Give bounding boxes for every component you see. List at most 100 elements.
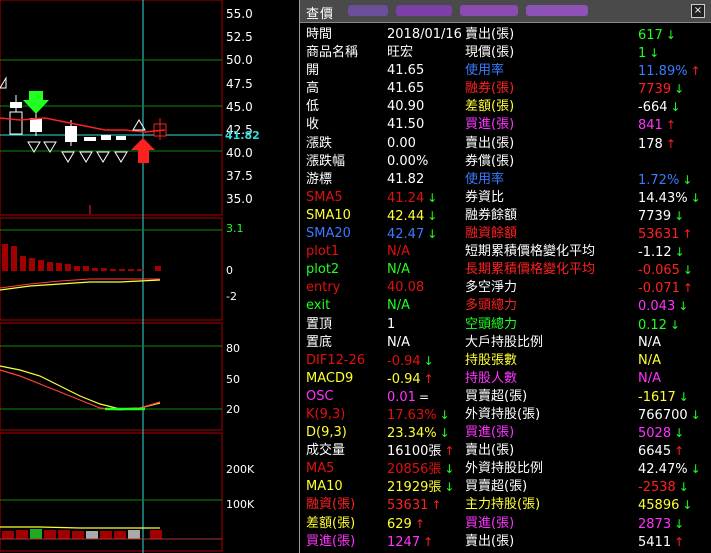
quote-row[interactable]: 漲跌 0.00 賣出(張) 178 ↑ <box>306 135 706 153</box>
field-value-text: 42.44 <box>387 208 425 224</box>
field-label: 空頭總力 <box>465 316 518 332</box>
field-value: 1247 ↑ <box>387 533 433 552</box>
osc-bars <box>2 244 161 271</box>
price-tick: 35.0 <box>226 192 253 206</box>
quote-row[interactable]: 時間 2018/01/16 賣出(張) 617 ↓ <box>306 26 706 44</box>
field-value-text: N/A <box>638 352 661 368</box>
field-label: K(9,3) <box>306 406 346 422</box>
field-label: 使用率 <box>465 63 505 79</box>
candle <box>9 111 23 135</box>
field-value-text: 0.01 <box>387 389 416 405</box>
field-value: 1.72% ↓ <box>638 171 692 190</box>
field-value: 42.47 ↓ <box>387 225 437 244</box>
down-arrow-icon: ↓ <box>669 317 681 332</box>
down-arrow-icon: ↓ <box>674 208 685 223</box>
field-value: 53631 ↑ <box>638 225 692 244</box>
field-value: 7739 ↓ <box>638 80 684 99</box>
quote-row[interactable]: K(9,3) 17.63% ↓ 外資持股(張) 766700 ↓ <box>306 406 706 424</box>
quote-row[interactable]: plot2 N/A 長期累積價格變化平均 -0.065 ↓ <box>306 261 706 279</box>
tab-blurred[interactable] <box>348 5 388 16</box>
quote-row[interactable]: 置底 N/A 大戶持股比例 N/A <box>306 334 706 352</box>
field-label: 短期累積價格變化平均 <box>465 244 596 260</box>
field-value: -0.94 ↓ <box>387 352 434 371</box>
tab-blurred[interactable] <box>526 5 588 16</box>
up-arrow-icon: ↑ <box>414 516 425 531</box>
down-arrow-icon: ↓ <box>674 82 685 97</box>
up-arrow-icon: ↑ <box>682 281 693 296</box>
down-triangle-markers <box>27 141 128 163</box>
field-value-text: 0.043 <box>638 299 676 315</box>
field-value-text: 7739 <box>638 208 672 224</box>
field-label: 低 <box>306 99 320 115</box>
field-value: N/A <box>638 334 661 352</box>
tab-blurred[interactable] <box>396 5 452 16</box>
quote-row[interactable]: MA10 21929張 ↓ 買賣超(張) -2538 ↓ <box>306 478 706 496</box>
field-value: 41.65 <box>387 80 424 98</box>
field-value-text: -0.071 <box>638 281 680 297</box>
field-value-text: 1 <box>387 316 396 332</box>
quote-row[interactable]: DIF12-26 -0.94 ↓ 持股張數 N/A <box>306 352 706 370</box>
field-value: 11.89% ↑ <box>638 62 701 81</box>
down-arrow-icon: ↓ <box>444 462 455 477</box>
quote-row[interactable]: MACD9 -0.94 ↑ 持股人數 N/A <box>306 370 706 388</box>
quote-row[interactable]: 成交量 16100張 ↑ 賣出(張) 6645 ↑ <box>306 442 706 460</box>
field-label: OSC <box>306 388 334 404</box>
volume-axis: 200K 100K <box>226 463 255 511</box>
field-value: 1 <box>387 316 395 334</box>
price-tick: 52.5 <box>226 30 253 44</box>
down-arrow-icon: ↓ <box>427 227 438 242</box>
field-value-text: -1.12 <box>638 245 672 261</box>
quote-row[interactable]: exit N/A 多頭總力 0.043 ↓ <box>306 297 706 315</box>
field-value-text: 40.90 <box>387 99 425 115</box>
quote-row[interactable]: 融資(張) 53631 ↑ 主力持股(張) 45896 ↓ <box>306 496 706 514</box>
panel-title: 查價 <box>306 7 335 22</box>
quote-row[interactable]: MA5 20856張 ↓ 外資持股比例 42.47% ↓ <box>306 460 706 478</box>
quote-row[interactable]: 開 41.65 使用率 11.89% ↑ <box>306 62 706 80</box>
field-value-text: 42.47 <box>387 227 425 243</box>
field-value-text: N/A <box>387 262 410 278</box>
down-arrow-icon: ↓ <box>690 407 701 422</box>
quote-row[interactable]: OSC 0.01 = 買賣超(張) -1617 ↓ <box>306 388 706 406</box>
down-arrow-icon: ↓ <box>444 480 455 495</box>
field-value: 5028 ↓ <box>638 424 684 443</box>
quote-row[interactable]: 買進(張) 1247 ↑ 賣出(張) 5411 ↑ <box>306 533 706 551</box>
tab-blurred[interactable] <box>460 5 518 16</box>
quote-panel: 查價 × 時間 2018/01/16 賣出(張) 617 ↓ 商品名稱 旺宏 現價(張) 1 ↓ 開… <box>299 0 711 553</box>
quote-row[interactable]: 游標 41.82 使用率 1.72% ↓ <box>306 171 706 189</box>
up-arrow-icon: ↑ <box>665 118 676 133</box>
blurred-tabs <box>348 5 588 17</box>
equal-icon: = <box>418 389 430 404</box>
quote-row[interactable]: SMA5 41.24 ↓ 券資比 14.43% ↓ <box>306 189 706 207</box>
field-label: 現價(張) <box>465 45 515 61</box>
quote-row[interactable]: 商品名稱 旺宏 現價(張) 1 ↓ <box>306 44 706 62</box>
field-value: 41.65 <box>387 62 424 80</box>
quote-row[interactable]: 低 40.90 差額(張) -664 ↓ <box>306 98 706 116</box>
field-label: 多頭總力 <box>465 298 518 314</box>
down-arrow-icon: ↓ <box>665 28 676 42</box>
field-value-text: -1617 <box>638 389 676 405</box>
field-value: 41.82 <box>387 171 424 189</box>
quote-row[interactable]: 置頂 1 空頭總力 0.12 ↓ <box>306 316 706 334</box>
quote-row[interactable]: D(9,3) 23.34% ↓ 買進(張) 5028 ↓ <box>306 424 706 442</box>
field-value: 20856張 ↓ <box>387 460 454 479</box>
quote-row[interactable]: 高 41.65 融券(張) 7739 ↓ <box>306 80 706 98</box>
quote-row[interactable]: SMA10 42.44 ↓ 融券餘額 7739 ↓ <box>306 207 706 225</box>
volume-ma-line <box>0 526 160 529</box>
field-value: 21929張 ↓ <box>387 478 454 497</box>
field-label: 外資持股(張) <box>465 406 541 422</box>
field-value-text: -0.065 <box>638 263 680 279</box>
quote-row[interactable]: plot1 N/A 短期累積價格變化平均 -1.12 ↓ <box>306 243 706 261</box>
quote-row[interactable]: 收 41.50 買進(張) 841 ↑ <box>306 116 706 134</box>
field-value-text: 0.00 <box>387 135 416 151</box>
quote-row[interactable]: 漲跌幅 0.00% 券償(張) <box>306 153 706 171</box>
quote-row[interactable]: entry 40.08 多空淨力 -0.071 ↑ <box>306 279 706 297</box>
price-tick: 47.5 <box>226 77 253 91</box>
field-label: 融券(張) <box>465 81 515 97</box>
close-button[interactable]: × <box>691 4 705 18</box>
field-label: 持股張數 <box>465 352 518 368</box>
stock-chart[interactable]: 55.0 52.5 50.0 47.5 45.0 42.5 40.0 37.5 … <box>0 0 300 553</box>
field-label: 高 <box>306 81 320 97</box>
quote-row[interactable]: SMA20 42.47 ↓ 融資餘額 53631 ↑ <box>306 225 706 243</box>
field-value-text: 2018/01/16 <box>387 27 462 42</box>
quote-row[interactable]: 差額(張) 629 ↑ 買進(張) 2873 ↓ <box>306 515 706 533</box>
